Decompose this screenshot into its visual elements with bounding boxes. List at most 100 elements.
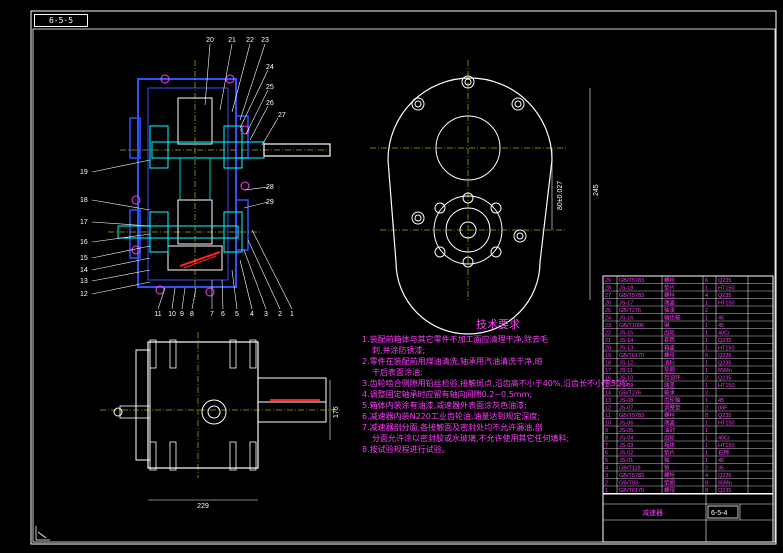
bom-name: 垫圈 [664, 478, 676, 486]
bom-no: 18 [605, 360, 611, 366]
bom-qty: 1 [705, 300, 708, 306]
bom-material: 40Cr [718, 330, 730, 336]
bom-code: JS-11 [619, 368, 633, 374]
bom-qty: 1 [705, 345, 708, 351]
bom-code: GB/T276 [619, 390, 641, 396]
bom-no: 9 [605, 428, 608, 434]
bom-name: 螺栓 [664, 276, 676, 284]
bom-code: GB/T1096 [619, 323, 644, 329]
part-number: 1 [290, 311, 294, 318]
part-number: 14 [80, 267, 88, 274]
bom-qty: 1 [705, 330, 708, 336]
bom-no: 10 [605, 420, 611, 426]
bom-name: 螺栓 [664, 291, 676, 299]
bom-name: 轴 [664, 456, 670, 464]
bom-material: 65Mn [718, 368, 732, 374]
tech-line: 2.零件在装配前用煤油清洗,轴承用汽油清洗干净,晾 [362, 357, 543, 366]
bom-no: 17 [605, 368, 611, 374]
bom-material: Q235 [718, 338, 731, 344]
bom-name: 箱体 [664, 441, 676, 449]
part-number: 24 [266, 64, 274, 71]
dimension-bottom-width: 229 [197, 503, 209, 510]
bom-name: 螺母 [664, 486, 676, 494]
bom-name: 端盖 [664, 298, 676, 306]
bom-code: JS-01 [619, 458, 633, 464]
bom-material: Q235 [718, 375, 731, 381]
bom-name: 端盖 [664, 418, 676, 426]
bom-material: 35 [718, 465, 724, 471]
part-number: 22 [246, 37, 254, 44]
tech-line: 4.调整固定轴承时应留有轴向间隙0.2~0.5mm; [362, 390, 533, 399]
bom-name: 油封 [664, 426, 676, 434]
bom-code: JS-17 [619, 300, 633, 306]
bom-material: Q235 [718, 353, 731, 359]
bom-no: 19 [605, 353, 611, 359]
bom-name: 轴承 [664, 306, 676, 314]
bom-material: 45 [718, 323, 724, 329]
bom-code: GB/T276 [619, 308, 641, 314]
bom-name: 螺栓 [664, 411, 676, 419]
bom-qty: 1 [705, 450, 708, 456]
bom-code: JS-16 [619, 315, 633, 321]
bom-qty: 2 [705, 390, 708, 396]
bom-qty: 8 [705, 488, 708, 494]
bom-qty: 2 [705, 308, 708, 314]
bom-material: Q235 [718, 488, 731, 494]
tech-line: 1.装配前箱体与其它零件不加工面应清理干净,除去毛 [362, 335, 549, 344]
bom-code: JS-07 [619, 405, 633, 411]
part-number: 6 [221, 311, 225, 318]
bom-material: HT150 [718, 383, 735, 389]
tech-line: 7.减速器剖分面,各接触面及密封处均不允许漏油,剖 [362, 423, 543, 432]
bom-name: 油标 [664, 358, 676, 366]
bom-no: 23 [605, 323, 611, 329]
bom-name: 垫圈 [664, 366, 676, 374]
bom-no: 25 [605, 308, 611, 314]
part-number: 27 [278, 112, 286, 119]
bom-no: 12 [605, 405, 611, 411]
tech-line: 8.按试验规程进行试验。 [362, 445, 450, 454]
bom-code: JS-15 [619, 330, 633, 336]
bom-material: Q235 [718, 278, 731, 284]
bom-code: GB/T6170 [619, 353, 644, 359]
part-number: 5 [235, 311, 239, 318]
bom-qty: 2 [705, 465, 708, 471]
bom-material: 45 [718, 458, 724, 464]
bom-code: JS-14 [619, 338, 633, 344]
bom-code: GB/T5783 [619, 293, 644, 299]
part-number: 11 [154, 311, 161, 318]
part-number: 4 [250, 311, 254, 318]
bom-qty: 1 [705, 323, 708, 329]
bom-material: 08F [718, 405, 728, 411]
bom-code: JS-13 [619, 345, 633, 351]
bom-code: GB/T6170 [619, 488, 644, 494]
bom-name: 齿轮轴 [664, 396, 681, 404]
bom-qty: 1 [705, 458, 708, 464]
bom-qty: 4 [705, 293, 708, 299]
part-number: 17 [80, 219, 88, 226]
dimension-height: 245 [593, 184, 600, 196]
part-number: 19 [80, 169, 88, 176]
bom-material: HT150 [718, 345, 735, 351]
part-number: 23 [261, 37, 269, 44]
bom-no: 27 [605, 293, 611, 299]
bom-material: HT150 [718, 300, 735, 306]
tech-line: 分面允许涂以密封胶或水玻璃,不允许使用其它任何填料; [372, 434, 570, 443]
bom-code: JS-12 [619, 360, 633, 366]
part-number: 8 [190, 311, 194, 318]
bom-name: 箱盖 [664, 343, 676, 351]
tech-line: 干后表面涂油; [372, 368, 423, 377]
bom-no: 21 [605, 338, 611, 344]
bom-code: GB/T5783 [619, 278, 644, 284]
bom-qty: 1 [705, 315, 708, 321]
bom-code: JS-05 [619, 428, 633, 434]
bom-name: 轴承 [664, 388, 676, 396]
part-number: 16 [80, 239, 88, 246]
bom-name: 挡油环 [664, 373, 681, 381]
bom-no: 4 [605, 465, 608, 471]
bom-material: 45 [718, 315, 724, 321]
tech-title: 技术要求 [476, 318, 520, 331]
part-number: 18 [80, 197, 88, 204]
bom-no: 3 [605, 473, 608, 479]
part-number: 9 [180, 311, 184, 318]
bom-no: 24 [605, 315, 611, 321]
